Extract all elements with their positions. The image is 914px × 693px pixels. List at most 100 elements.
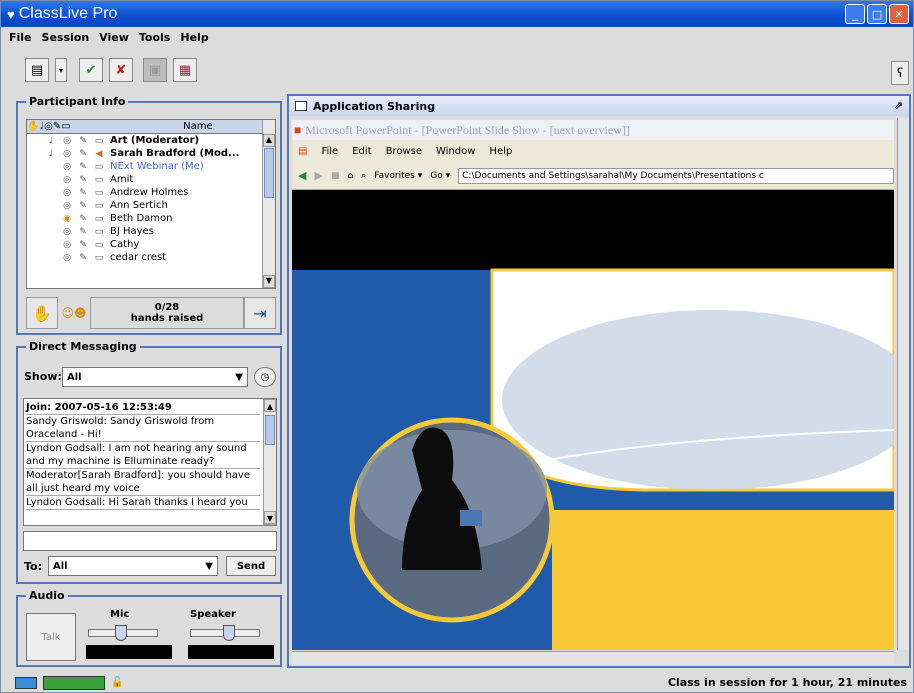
view-icon: ◎ bbox=[63, 252, 71, 263]
scroll-thumb[interactable] bbox=[264, 148, 274, 198]
chat-message: Moderator[Sarah Bradford]: you should ha… bbox=[26, 469, 260, 496]
grid-tool-button[interactable]: ▦ bbox=[173, 58, 197, 82]
help-tool-button[interactable]: ʕ bbox=[891, 61, 909, 85]
search-icon[interactable]: ⌕ bbox=[361, 171, 366, 181]
chat-icon: ▭ bbox=[94, 135, 104, 146]
pencil-icon: ✎ bbox=[79, 161, 87, 172]
participant-row[interactable]: ◎ ✎ ▭ Andrew Holmes bbox=[27, 186, 275, 199]
menu-file[interactable]: File bbox=[9, 31, 32, 44]
participant-scrollbar[interactable]: ▲ ▼ bbox=[262, 120, 275, 288]
ppt-menu-browse[interactable]: Browse bbox=[386, 146, 422, 157]
undock-icon[interactable]: ⇗ bbox=[894, 99, 903, 112]
app-logo-icon: ♥ bbox=[7, 6, 15, 22]
chat-icon: ▭ bbox=[94, 187, 104, 198]
participant-name: Andrew Holmes bbox=[110, 187, 189, 198]
chat-message: Lyndon Godsall: Hi Sarah thanks I heard … bbox=[26, 496, 260, 510]
pencil-icon: ✎ bbox=[79, 226, 87, 237]
chat-icon: ▭ bbox=[94, 226, 104, 237]
view-icon: ◎ bbox=[63, 161, 71, 172]
ppt-menu-file[interactable]: File bbox=[321, 146, 338, 157]
talk-button[interactable]: Talk bbox=[26, 613, 76, 661]
disabled-tool-button[interactable]: ▣ bbox=[143, 58, 167, 82]
participant-name: BJ Hayes bbox=[110, 226, 154, 237]
speaker-slider-knob[interactable] bbox=[223, 625, 235, 641]
main-toolbar: ▤ ▾ ✔ ✘ ▣ ▦ bbox=[1, 47, 913, 93]
participant-row[interactable]: ◎ ✎ ▭ cedar crest bbox=[27, 251, 275, 264]
name-column-header[interactable]: Name bbox=[121, 121, 275, 132]
view-column-icon: ◎ bbox=[44, 121, 53, 132]
go-button[interactable]: Go ▾ bbox=[430, 171, 450, 181]
sharing-horizontal-scrollbar[interactable] bbox=[292, 651, 894, 664]
participant-row[interactable]: ◎ ✎ ▭ NExt Webinar (Me) bbox=[27, 160, 275, 173]
menu-session[interactable]: Session bbox=[42, 31, 90, 44]
cross-icon: ✘ bbox=[115, 62, 127, 78]
participant-name: Amit bbox=[110, 174, 134, 185]
participant-row[interactable]: ◎ ✎ ▭ BJ Hayes bbox=[27, 225, 275, 238]
poll-yes-button[interactable]: ✔ bbox=[79, 58, 103, 82]
pencil-column-icon: ✎ bbox=[52, 121, 62, 132]
layout-dropdown-button[interactable]: ▾ bbox=[55, 58, 67, 82]
chat-icon: ▭ bbox=[94, 174, 104, 185]
scroll-down-icon[interactable]: ▼ bbox=[264, 511, 276, 524]
participant-row[interactable]: ◉ ✎ ▭ Beth Damon bbox=[27, 212, 275, 225]
chat-column-icon: ▭ bbox=[61, 121, 71, 132]
clock-icon: ◷ bbox=[260, 371, 270, 383]
application-sharing-panel: Application Sharing ⇗ ■ Microsoft PowerP… bbox=[287, 94, 911, 668]
stop-icon[interactable]: ■ bbox=[331, 171, 340, 181]
participant-name: cedar crest bbox=[110, 252, 167, 263]
participant-info-panel: Participant Info ✋ ♩ ◎ ✎ ▭ Name ♩ ◎ ✎ ▭ Art … bbox=[16, 95, 282, 335]
mic-slider-knob[interactable] bbox=[115, 625, 127, 641]
emoticon-icons[interactable]: ☺☻ bbox=[58, 297, 90, 329]
scroll-down-icon[interactable]: ▼ bbox=[263, 275, 275, 288]
participant-row[interactable]: ◎ ✎ ▭ Cathy bbox=[27, 238, 275, 251]
chat-log: Join: 2007-05-16 12:53:49 Sandy Griswold… bbox=[23, 398, 277, 526]
maximize-button[interactable]: □ bbox=[867, 4, 887, 24]
scroll-up-icon[interactable]: ▲ bbox=[264, 399, 276, 412]
recipient-select[interactable]: All ▼ bbox=[48, 556, 218, 576]
to-label: To: bbox=[24, 560, 42, 573]
pencil-icon: ✎ bbox=[79, 252, 87, 263]
send-button[interactable]: Send bbox=[226, 556, 276, 576]
minimize-button[interactable]: _ bbox=[845, 4, 865, 24]
menu-help[interactable]: Help bbox=[180, 31, 208, 44]
address-field[interactable]: C:\Documents and Settings\sarahal\My Doc… bbox=[458, 167, 894, 184]
participant-row[interactable]: ♩ ◎ ✎ ▭ Art (Moderator) bbox=[27, 134, 275, 147]
menu-view[interactable]: View bbox=[99, 31, 129, 44]
view-icon: ◎ bbox=[63, 148, 71, 159]
close-button[interactable]: ✕ bbox=[889, 4, 909, 24]
ppt-menu-help[interactable]: Help bbox=[489, 146, 512, 157]
participant-row[interactable]: ♩ ◎ ✎ ◀ Sarah Bradford (Mod... bbox=[27, 147, 275, 160]
home-icon[interactable]: ⌂ bbox=[347, 171, 353, 181]
chat-icon: ▭ bbox=[94, 252, 104, 263]
chat-scrollbar[interactable]: ▲ ▼ bbox=[263, 399, 276, 525]
participant-row[interactable]: ◎ ✎ ▭ Amit bbox=[27, 173, 275, 186]
speaker-slider[interactable] bbox=[190, 625, 260, 641]
sharing-vertical-scrollbar[interactable] bbox=[897, 118, 909, 650]
scroll-up-icon[interactable]: ▲ bbox=[263, 134, 275, 147]
participant-name: Sarah Bradford (Mod... bbox=[110, 148, 240, 159]
slide-graphic bbox=[292, 190, 894, 650]
show-filter-select[interactable]: All ▼ bbox=[62, 367, 248, 387]
mic-slider[interactable] bbox=[88, 625, 158, 641]
ppt-menu-window[interactable]: Window bbox=[436, 146, 475, 157]
layout-button[interactable]: ▤ bbox=[25, 58, 49, 82]
powerpoint-icon: ■ bbox=[294, 122, 302, 137]
hands-raised-count: 0/28 hands raised bbox=[90, 297, 244, 329]
speaker-label: Speaker bbox=[190, 609, 236, 620]
menu-tools[interactable]: Tools bbox=[139, 31, 170, 44]
exit-icon: ⇥ bbox=[253, 303, 267, 323]
favorites-button[interactable]: Favorites ▾ bbox=[374, 171, 422, 181]
forward-icon[interactable]: ▶ bbox=[314, 169, 322, 182]
view-icon: ◎ bbox=[63, 200, 71, 211]
participant-row[interactable]: ◎ ✎ ▭ Ann Sertich bbox=[27, 199, 275, 212]
pencil-icon: ✎ bbox=[79, 213, 87, 224]
back-icon[interactable]: ◀ bbox=[298, 169, 306, 182]
scroll-thumb[interactable] bbox=[265, 415, 275, 445]
pencil-icon: ✎ bbox=[79, 200, 87, 211]
poll-no-button[interactable]: ✘ bbox=[109, 58, 133, 82]
ppt-menu-edit[interactable]: Edit bbox=[352, 146, 371, 157]
raise-hand-button[interactable]: ✋ bbox=[26, 297, 58, 329]
clock-button[interactable]: ◷ bbox=[254, 367, 276, 387]
exit-button[interactable]: ⇥ bbox=[244, 297, 276, 329]
message-input[interactable] bbox=[23, 531, 277, 551]
